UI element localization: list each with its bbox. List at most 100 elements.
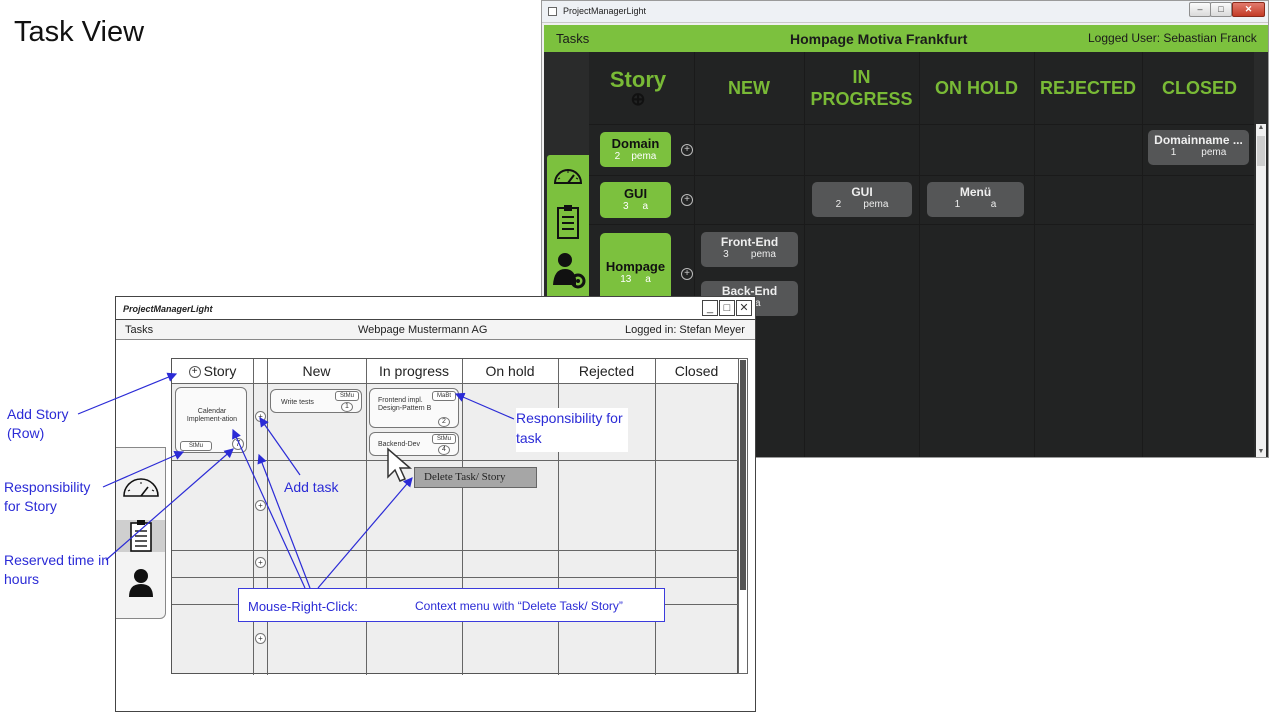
- scroll-up-arrow-icon[interactable]: ▲: [1256, 124, 1266, 131]
- mockup-column-header-story: + Story: [172, 359, 253, 384]
- mockup-task-card[interactable]: Frontend impl. Design-Pattern B MaBt 2: [369, 388, 459, 428]
- mockup-add-task-button[interactable]: +: [255, 633, 266, 644]
- story-owner: pema: [631, 151, 657, 162]
- mockup-story-hours: 7: [232, 438, 244, 450]
- scroll-thumb[interactable]: [1257, 136, 1265, 166]
- mockup-task-card[interactable]: Write tests StMu 1: [270, 389, 362, 413]
- mockup-column-header-rejected: Rejected: [558, 359, 655, 384]
- story-hours: 3: [622, 201, 629, 212]
- task-name: Domainname ...: [1154, 133, 1243, 147]
- grid-line: [366, 359, 367, 675]
- mockup-add-story-icon[interactable]: +: [188, 366, 201, 379]
- annotation-reserved-time: Reserved time in hours: [4, 552, 110, 587]
- story-owner: a: [645, 274, 651, 285]
- story-card[interactable]: Domain 2 pema: [600, 132, 671, 167]
- mockup-task-name: Write tests: [281, 399, 314, 406]
- slide-title: Task View: [14, 16, 145, 48]
- column-header-rejected: REJECTED: [1039, 78, 1137, 98]
- callout-description: Context menu with “Delete Task/ Story”: [415, 599, 623, 613]
- task-owner: pema: [750, 249, 776, 260]
- mockup-scrollbar[interactable]: [738, 358, 748, 674]
- task-hours: 2: [835, 199, 842, 210]
- project-title: Hompage Motiva Frankfurt: [790, 31, 968, 47]
- mockup-story-card[interactable]: Calendar Implement-ation StMu 7: [175, 387, 247, 453]
- grid-line: [267, 359, 268, 675]
- mockup-scroll-thumb[interactable]: [740, 360, 746, 590]
- grid-line: [655, 359, 656, 675]
- task-owner: a: [990, 199, 997, 210]
- mockup-column-header-in-progress: In progress: [366, 359, 462, 384]
- task-name: Menü: [959, 185, 992, 199]
- mockup-task-owner: MaBt: [432, 391, 456, 401]
- mockup-task-name: Frontend impl. Design-Pattern B: [378, 397, 432, 412]
- mockup-task-hours: 4: [438, 445, 450, 455]
- mockup-window: ProjectManagerLight _ □ ✕ Tasks Webpage …: [115, 296, 756, 712]
- callout-action: Mouse-Right-Click:: [248, 599, 358, 614]
- story-name: GUI: [623, 186, 648, 201]
- column-header-in-progress: IN PROGRESS: [810, 67, 913, 109]
- grid-line: [253, 359, 254, 675]
- logged-user: Logged User: Sebastian Franck: [1088, 31, 1257, 45]
- annotation-add-story: Add Story (Row): [7, 406, 69, 441]
- mockup-menubar: Tasks Webpage Mustermann AG Logged in: S…: [116, 320, 755, 340]
- board-scrollbar[interactable]: ▲ ▼: [1256, 124, 1266, 457]
- mockup-add-task-button[interactable]: +: [255, 557, 266, 568]
- grid-line: [589, 224, 1254, 225]
- annotation-responsibility-story: Responsibility for Story: [4, 479, 91, 514]
- mockup-add-task-button[interactable]: +: [255, 411, 266, 422]
- mockup-minimize-button[interactable]: _: [702, 300, 718, 316]
- grid-line: [172, 550, 739, 551]
- user-icon[interactable]: [128, 568, 154, 603]
- dashboard-icon[interactable]: [552, 161, 584, 197]
- menu-tasks[interactable]: Tasks: [556, 31, 589, 46]
- story-hours: 13: [620, 274, 632, 285]
- context-menu-delete[interactable]: Delete Task/ Story: [414, 467, 537, 488]
- mockup-task-owner: StMu: [432, 434, 456, 444]
- mockup-column-header-closed: Closed: [655, 359, 738, 384]
- add-task-button[interactable]: +: [681, 268, 693, 280]
- grid-line: [172, 460, 739, 461]
- minimize-button[interactable]: –: [1189, 2, 1211, 17]
- mockup-maximize-button[interactable]: □: [719, 300, 735, 316]
- mockup-sidebar: [116, 447, 166, 619]
- add-story-icon[interactable]: ⊕: [630, 90, 645, 108]
- mockup-close-button[interactable]: ✕: [736, 300, 752, 316]
- mockup-story-name: Calendar Implement-ation: [186, 408, 238, 423]
- scroll-down-arrow-icon[interactable]: ▼: [1256, 448, 1266, 455]
- mockup-callout-box: Mouse-Right-Click: Context menu with “De…: [238, 588, 665, 622]
- mockup-titlebar: ProjectManagerLight _ □ ✕: [116, 297, 755, 320]
- task-name: GUI: [851, 185, 873, 199]
- task-card[interactable]: Front-End 3 pema: [701, 232, 798, 267]
- user-settings-icon[interactable]: [552, 251, 586, 289]
- mockup-story-owner: StMu: [180, 441, 212, 451]
- mockup-window-title: ProjectManagerLight: [123, 304, 213, 314]
- add-task-button[interactable]: +: [681, 144, 693, 156]
- add-task-button[interactable]: +: [681, 194, 693, 206]
- app-menubar: Tasks Hompage Motiva Frankfurt Logged Us…: [544, 25, 1268, 52]
- mockup-task-hours: 1: [341, 402, 353, 412]
- story-name: Hompage: [605, 259, 666, 274]
- task-hours: 3: [723, 249, 729, 260]
- clipboard-icon[interactable]: [552, 203, 584, 239]
- mockup-task-hours: 2: [438, 417, 450, 427]
- mockup-story-header-label: Story: [203, 363, 237, 379]
- app-titlebar: ProjectManagerLight – □ ✕: [542, 1, 1268, 23]
- clipboard-icon[interactable]: [129, 519, 153, 558]
- mockup-logged-user: Logged in: Stefan Meyer: [625, 324, 745, 336]
- task-card[interactable]: Domainname ... 1 pema: [1148, 130, 1249, 165]
- column-header-new: NEW: [728, 78, 770, 98]
- mockup-add-task-button[interactable]: +: [255, 500, 266, 511]
- grid-line: [558, 359, 559, 675]
- task-card[interactable]: Menü 1 a: [927, 182, 1024, 217]
- task-card[interactable]: GUI 2 pema: [812, 182, 912, 217]
- close-button[interactable]: ✕: [1232, 2, 1265, 17]
- mockup-project-title: Webpage Mustermann AG: [358, 324, 488, 336]
- dashboard-icon[interactable]: [121, 476, 161, 505]
- maximize-button[interactable]: □: [1210, 2, 1232, 17]
- mockup-menu-tasks[interactable]: Tasks: [125, 324, 153, 336]
- task-owner: pema: [1201, 147, 1227, 158]
- column-header-closed: CLOSED: [1161, 78, 1237, 98]
- story-card[interactable]: Hompage 13 a: [600, 233, 671, 303]
- story-card[interactable]: GUI 3 a: [600, 182, 671, 218]
- grid-line: [589, 175, 1254, 176]
